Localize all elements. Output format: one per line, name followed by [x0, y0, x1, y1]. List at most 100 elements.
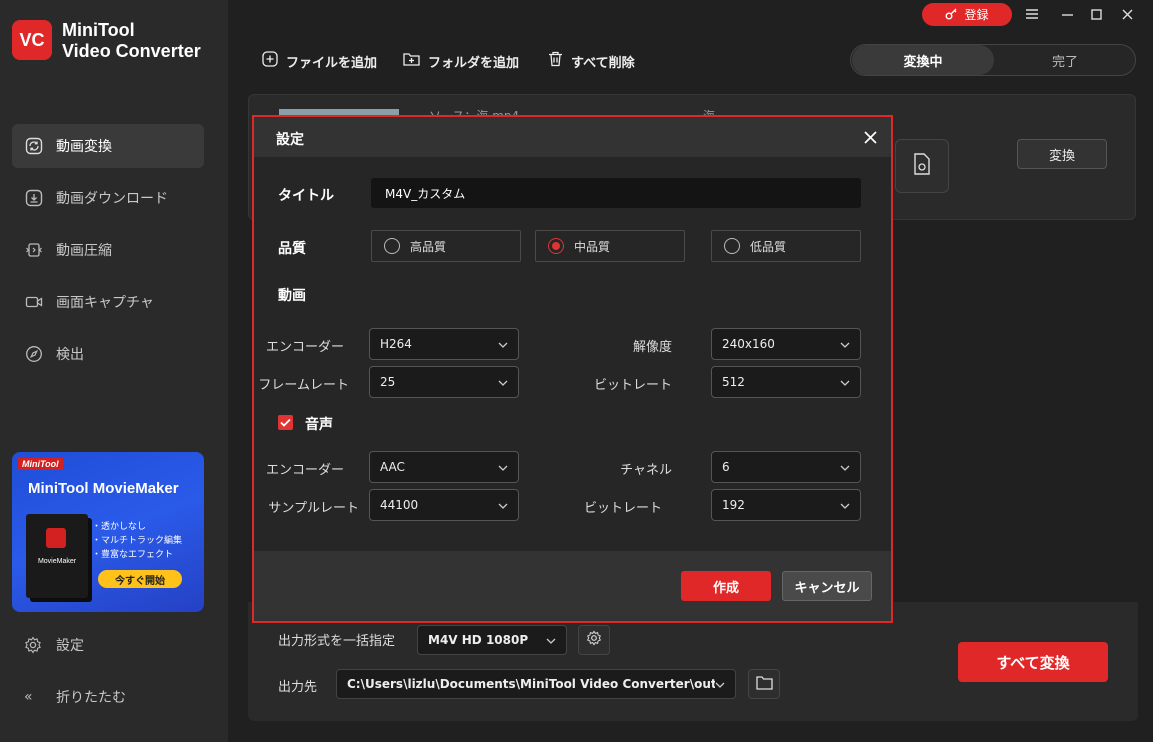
quality-option-label: 低品質	[750, 239, 787, 254]
add-folder-label: フォルダを追加	[428, 55, 520, 71]
video-bitrate-select[interactable]: 512	[711, 366, 861, 398]
audio-encoder-select[interactable]: AAC	[369, 451, 519, 483]
audio-bitrate-label: ビットレート	[583, 501, 662, 516]
file-settings-button[interactable]	[895, 139, 949, 193]
compass-icon	[24, 344, 44, 364]
sidebar-item-video-download[interactable]: 動画ダウンロード	[12, 176, 204, 220]
promo-title: MiniTool MovieMaker	[28, 480, 179, 497]
settings-label: 設定	[56, 638, 84, 654]
output-format-label: 出力形式を一括指定	[278, 634, 396, 649]
sidebar: VC MiniTool Video Converter 動画変換 動画ダウンロー…	[0, 0, 228, 742]
compress-icon	[24, 240, 44, 260]
output-path-label: 出力先	[278, 680, 318, 695]
promo-start-button[interactable]: 今すぐ開始	[98, 570, 182, 588]
register-button[interactable]: 登録	[922, 3, 1012, 26]
quality-option-label: 中品質	[574, 239, 611, 254]
chevron-down-icon	[498, 460, 508, 474]
quality-option-label: 高品質	[410, 239, 447, 254]
samplerate-label: サンプルレート	[268, 501, 359, 516]
cancel-button[interactable]: キャンセル	[782, 571, 872, 601]
video-encoder-select[interactable]: H264	[369, 328, 519, 360]
browse-folder-button[interactable]	[748, 669, 780, 699]
audio-bitrate-select[interactable]: 192	[711, 489, 861, 521]
output-format-select[interactable]: M4V HD 1080P	[417, 625, 567, 655]
chevron-down-icon	[498, 337, 508, 351]
dialog-header: 設定	[254, 117, 891, 157]
tab-done[interactable]: 完了	[994, 45, 1136, 75]
moviemaker-logo-icon	[46, 528, 66, 548]
sidebar-nav: 動画変換 動画ダウンロード 動画圧縮 画面キャプチャ 検出	[12, 124, 204, 384]
video-encoder-value: H264	[380, 337, 412, 351]
samplerate-value: 44100	[380, 498, 419, 512]
title-input[interactable]: M4V_カスタム	[371, 178, 861, 208]
menu-icon[interactable]	[1022, 4, 1042, 24]
radio-button	[384, 238, 400, 254]
key-icon	[945, 7, 958, 23]
folder-icon	[755, 675, 773, 694]
output-path-select[interactable]: C:\Users\lizlu\Documents\MiniTool Video …	[336, 669, 736, 699]
tab-converting[interactable]: 変換中	[852, 45, 994, 75]
sidebar-item-discover[interactable]: 検出	[12, 332, 204, 376]
quality-option-low[interactable]: 低品質	[711, 230, 861, 262]
promo-feature: ・マルチトラック編集	[92, 536, 183, 546]
channel-value: 6	[722, 460, 730, 474]
title-label: タイトル	[278, 188, 334, 204]
close-icon[interactable]	[860, 127, 880, 147]
output-path-value: C:\Users\lizlu\Documents\MiniTool Video …	[347, 677, 715, 691]
create-button[interactable]: 作成	[681, 571, 771, 601]
promo-box-label: MovieMaker	[37, 558, 77, 565]
moviemaker-promo-banner[interactable]: MiniTool MiniTool MovieMaker MovieMaker …	[12, 452, 204, 612]
maximize-icon[interactable]	[1086, 4, 1106, 24]
sidebar-item-video-compress[interactable]: 動画圧縮	[12, 228, 204, 272]
moviemaker-box-image: MovieMaker	[26, 514, 88, 598]
audio-checkbox[interactable]	[278, 415, 293, 430]
resolution-label: 解像度	[632, 340, 672, 355]
sidebar-item-screen-capture[interactable]: 画面キャプチャ	[12, 280, 204, 324]
trash-icon	[548, 51, 563, 71]
download-icon	[24, 188, 44, 208]
audio-bitrate-value: 192	[722, 498, 745, 512]
add-folder-button[interactable]: フォルダを追加	[403, 50, 519, 72]
chevron-down-icon	[498, 375, 508, 389]
sidebar-settings[interactable]: 設定	[12, 630, 204, 660]
chevron-down-icon	[840, 337, 850, 351]
sidebar-collapse[interactable]: « 折りたたむ	[12, 682, 204, 712]
format-settings-button[interactable]	[578, 625, 610, 655]
convert-button[interactable]: 変換	[1017, 139, 1107, 169]
chevron-down-icon	[498, 498, 508, 512]
sidebar-item-label: 動画圧縮	[56, 243, 112, 259]
sidebar-item-label: 検出	[56, 347, 84, 363]
delete-all-button[interactable]: すべて削除	[548, 50, 635, 72]
resolution-select[interactable]: 240x160	[711, 328, 861, 360]
quality-option-high[interactable]: 高品質	[371, 230, 521, 262]
chevron-down-icon	[840, 375, 850, 389]
dialog-footer: 作成 キャンセル	[254, 551, 891, 621]
app-name: MiniTool Video Converter	[62, 20, 201, 62]
convert-all-button[interactable]: すべて変換	[958, 642, 1108, 682]
delete-all-label: すべて削除	[571, 55, 635, 71]
framerate-select[interactable]: 25	[369, 366, 519, 398]
add-file-icon	[262, 51, 278, 71]
minimize-icon[interactable]	[1057, 4, 1077, 24]
output-format-value: M4V HD 1080P	[428, 633, 529, 647]
video-section-label: 動画	[278, 288, 306, 304]
chevron-down-icon	[546, 633, 556, 647]
video-bitrate-label: ビットレート	[593, 378, 672, 393]
app-logo-icon: VC	[12, 20, 52, 60]
register-label: 登録	[964, 8, 989, 22]
promo-feature: ・豊富なエフェクト	[92, 550, 174, 560]
sidebar-item-video-convert[interactable]: 動画変換	[12, 124, 204, 168]
chevron-down-icon	[840, 498, 850, 512]
channel-select[interactable]: 6	[711, 451, 861, 483]
status-tabs: 変換中 完了	[850, 44, 1136, 76]
add-file-label: ファイルを追加	[286, 55, 378, 71]
resolution-value: 240x160	[722, 337, 775, 351]
samplerate-select[interactable]: 44100	[369, 489, 519, 521]
framerate-value: 25	[380, 375, 396, 389]
radio-button	[724, 238, 740, 254]
add-file-button[interactable]: ファイルを追加	[262, 50, 377, 72]
chevron-down-icon	[840, 460, 850, 474]
quality-label: 品質	[278, 241, 306, 257]
close-window-icon[interactable]	[1117, 4, 1137, 24]
quality-option-medium[interactable]: 中品質	[535, 230, 685, 262]
